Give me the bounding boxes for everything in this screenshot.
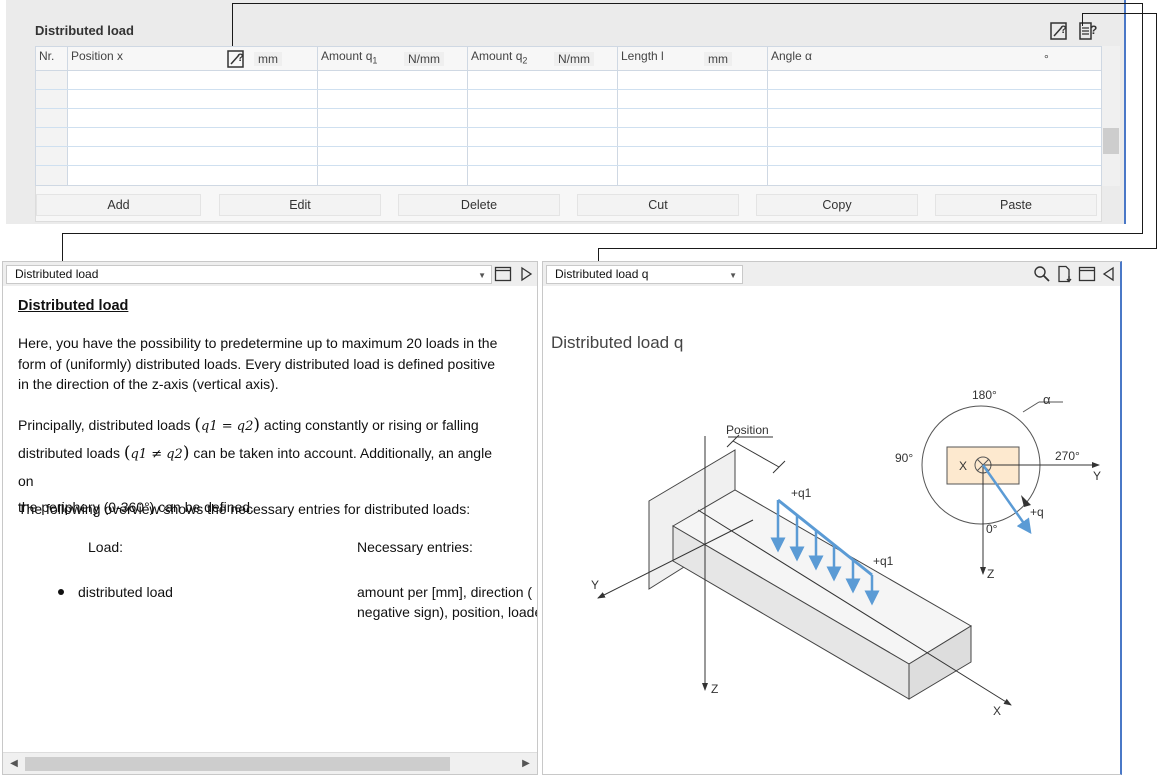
help-topic-select[interactable]: Distributed load ▼ <box>6 265 492 284</box>
svg-text:?: ? <box>1090 23 1097 37</box>
angle-label-90: 90° <box>895 451 913 465</box>
copy-button[interactable]: Copy <box>756 194 918 216</box>
section-label-y: Y <box>1093 469 1101 483</box>
angle-cross-section <box>921 401 1100 575</box>
svg-text:?: ? <box>237 52 244 64</box>
overview-entries-line-1: amount per [mm], direction ( <box>357 584 533 600</box>
edit-button[interactable]: Edit <box>219 194 381 216</box>
load-label-q: +q <box>1030 505 1044 519</box>
callout-line <box>1142 3 1143 233</box>
beam-shape <box>672 489 972 700</box>
scroll-right-icon[interactable]: ▶ <box>517 755 535 773</box>
paste-button[interactable]: Paste <box>935 194 1097 216</box>
overview-entries-line-2: negative sign), position, loade <box>357 604 537 620</box>
angle-label-180: 180° <box>972 388 997 402</box>
table-row[interactable] <box>36 147 1101 166</box>
formula-not-equal: (q1 ≠ q2) <box>123 443 190 463</box>
table-row[interactable] <box>36 71 1101 90</box>
formula-equal: (q1 = q2) <box>194 415 261 435</box>
position-label: Position <box>726 423 769 437</box>
callout-line <box>598 248 1157 249</box>
help-paragraph-1: Here, you have the possibility to predet… <box>18 335 498 392</box>
column-unit-length: mm <box>704 52 732 66</box>
column-label-angle: Angle α <box>771 49 812 63</box>
axis-label-x: X <box>993 704 1001 718</box>
column-label-length: Length l <box>621 49 664 63</box>
distributed-load-diagram: Z Y X Position +q1 +q1 180° 90° 270° 0° … <box>591 388 1101 718</box>
scrollbar-thumb[interactable] <box>25 757 450 771</box>
delete-button[interactable]: Delete <box>398 194 560 216</box>
angle-label-0: 0° <box>986 522 998 536</box>
callout-line <box>232 3 233 46</box>
callout-line <box>62 233 1143 234</box>
column-unit-amount-q1: N/mm <box>404 52 444 66</box>
help-topic-value: Distributed load <box>15 267 99 281</box>
table-button-bar: Add Edit Delete Cut Copy Paste <box>35 186 1102 222</box>
graphic-panel: Distributed load q ▼ Distributed load q <box>542 261 1122 775</box>
x-axis-line <box>697 509 1012 706</box>
column-unit-angle: ° <box>1044 52 1049 66</box>
scrollbar-thumb[interactable] <box>1103 128 1119 154</box>
column-label-amount-q2: Amount q2 <box>471 49 528 66</box>
distributed-load-table[interactable]: Nr. Position x ? mm Amount q1 N/mm Amoun… <box>35 46 1102 186</box>
help-panel-toolbar: Distributed load ▼ <box>3 262 537 286</box>
scroll-left-icon[interactable]: ◀ <box>5 755 23 773</box>
section-label-z: Z <box>987 567 994 581</box>
position-tick <box>772 460 786 474</box>
callout-line <box>232 3 1143 4</box>
help-heading: Distributed load <box>18 298 129 314</box>
help-horizontal-scrollbar[interactable]: ◀ ▶ <box>3 752 537 774</box>
help-paragraph-3: The following overview shows the necessa… <box>18 501 471 517</box>
section-label-x: X <box>959 459 967 473</box>
window-icon[interactable] <box>494 265 512 283</box>
axis-label-z: Z <box>711 682 718 696</box>
column-header-amount-q2[interactable]: Amount q2 N/mm <box>468 47 618 71</box>
overview-load-distributed: distributed load <box>78 584 173 600</box>
position-dimension-line <box>732 440 780 468</box>
bullet-marker <box>58 589 64 595</box>
table-row[interactable] <box>36 109 1101 128</box>
edit-help-icon[interactable]: ? <box>1049 21 1069 41</box>
svg-text:?: ? <box>1060 24 1067 36</box>
callout-line <box>1082 13 1156 14</box>
overview-header-entries: Necessary entries: <box>357 539 473 555</box>
column-label-nr: Nr. <box>39 49 55 63</box>
document-help-icon[interactable]: ? <box>1078 21 1098 41</box>
overview-header-load: Load: <box>88 539 124 555</box>
table-vertical-scrollbar[interactable] <box>1102 46 1120 186</box>
table-row[interactable] <box>36 90 1101 109</box>
table-header: Nr. Position x ? mm Amount q1 N/mm Amoun… <box>36 47 1101 71</box>
column-label-amount-q1: Amount q1 <box>321 49 378 66</box>
column-header-length[interactable]: Length l mm <box>618 47 768 71</box>
section-title: Distributed load <box>35 23 134 38</box>
column-header-position[interactable]: Position x ? mm <box>68 47 318 71</box>
table-row[interactable] <box>36 128 1101 147</box>
distributed-load-table-panel: Distributed load ? ? Nr. Position x ? mm <box>6 0 1126 224</box>
load-label-q1-start: +q1 <box>791 486 812 500</box>
help-text-panel: Distributed load ▼ Distributed load Here… <box>2 261 538 775</box>
load-label-q1-end: +q1 <box>873 554 894 568</box>
column-label-position: Position x <box>71 49 124 63</box>
chevron-down-icon: ▼ <box>478 271 486 280</box>
callout-line <box>1156 13 1157 248</box>
column-header-angle[interactable]: Angle α ° <box>768 47 1103 71</box>
column-unit-position: mm <box>254 52 282 66</box>
callout-line <box>1082 13 1083 26</box>
edit-help-icon[interactable]: ? <box>226 49 246 69</box>
column-unit-amount-q2: N/mm <box>554 52 594 66</box>
cut-button[interactable]: Cut <box>577 194 739 216</box>
column-header-amount-q1[interactable]: Amount q1 N/mm <box>318 47 468 71</box>
angle-label-alpha: α <box>1043 392 1051 407</box>
table-row[interactable] <box>36 166 1101 185</box>
axis-label-y: Y <box>591 578 599 592</box>
add-button[interactable]: Add <box>36 194 201 216</box>
angle-label-270: 270° <box>1055 449 1080 463</box>
help-content: Distributed load Here, you have the poss… <box>3 286 537 752</box>
play-right-icon[interactable] <box>517 265 535 283</box>
column-header-nr[interactable]: Nr. <box>36 47 68 71</box>
